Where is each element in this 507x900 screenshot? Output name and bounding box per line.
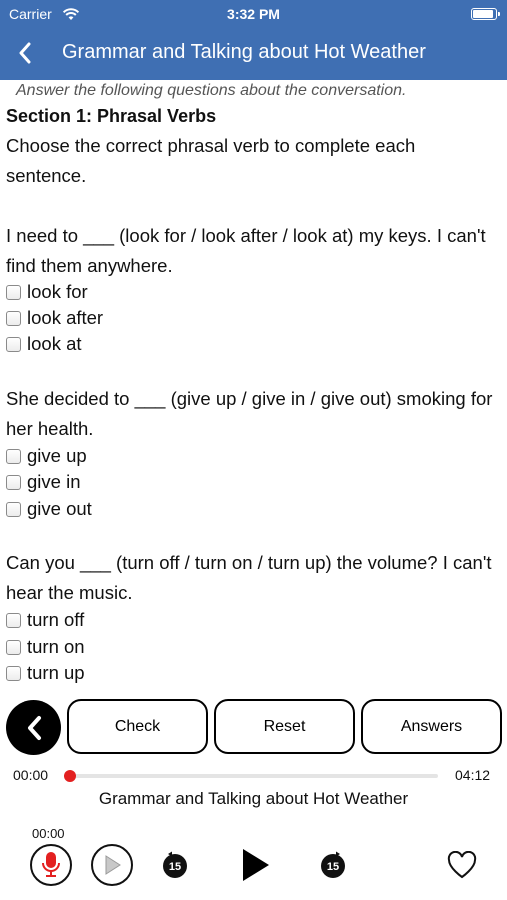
checkbox[interactable] (6, 665, 21, 681)
option-label: look at (27, 333, 82, 354)
section-description: Choose the correct phrasal verb to compl… (6, 135, 416, 186)
play-recording-button[interactable] (91, 844, 133, 886)
record-button[interactable] (30, 844, 72, 886)
favorite-button[interactable] (446, 850, 478, 880)
progress-thumb[interactable] (64, 770, 76, 782)
skip-back-15-icon: 15 (163, 851, 187, 878)
chevron-left-icon (19, 42, 31, 64)
checkbox[interactable] (6, 474, 21, 490)
battery-icon (471, 8, 500, 20)
chevron-left-icon (27, 715, 41, 740)
skip-back-seconds: 15 (169, 861, 181, 873)
question-3: Can you ___ (turn off / turn on / turn u… (6, 552, 492, 603)
option-look-after[interactable]: look after (6, 305, 103, 331)
option-label: give out (27, 498, 92, 519)
skip-forward-seconds: 15 (327, 861, 339, 873)
status-time: 3:32 PM (227, 6, 280, 22)
option-label: give up (27, 445, 87, 466)
previous-button[interactable] (6, 700, 61, 755)
checkbox[interactable] (6, 310, 21, 326)
checkbox[interactable] (6, 448, 21, 464)
status-bar: Carrier 3:32 PM (0, 0, 507, 28)
option-turn-on[interactable]: turn on (6, 634, 85, 660)
option-label: turn up (27, 662, 85, 683)
checkbox[interactable] (6, 501, 21, 517)
track-title: Grammar and Talking about Hot Weather (98, 789, 409, 808)
option-label: turn off (27, 609, 85, 630)
question-1: I need to ___ (look for / look after / l… (6, 225, 486, 276)
section-title: Section 1: Phrasal Verbs (6, 106, 217, 126)
option-turn-up[interactable]: turn up (6, 660, 85, 686)
back-button[interactable] (10, 38, 40, 68)
skip-back-button[interactable]: 15 (160, 850, 190, 880)
current-time: 00:00 (13, 767, 49, 783)
total-time: 04:12 (455, 767, 491, 783)
play-icon (243, 849, 269, 881)
heart-icon (447, 851, 477, 879)
option-look-at[interactable]: look at (6, 331, 82, 357)
progress-slider[interactable] (64, 770, 438, 782)
option-label: look after (27, 307, 104, 328)
question-2: She decided to ___ (give up / give in / … (6, 388, 493, 439)
answers-button[interactable]: Answers (361, 699, 502, 754)
option-label: look for (27, 281, 88, 302)
option-give-up[interactable]: give up (6, 443, 87, 469)
option-label: turn on (27, 636, 85, 657)
option-turn-off[interactable]: turn off (6, 607, 84, 633)
option-give-out[interactable]: give out (6, 496, 92, 522)
reset-button[interactable]: Reset (214, 699, 355, 754)
quiz-content[interactable]: Answer the following questions about the… (0, 80, 507, 692)
play-icon (105, 855, 121, 875)
option-label: give in (27, 471, 81, 492)
page-title: Grammar and Talking about Hot Weather (62, 41, 426, 63)
option-give-in[interactable]: give in (6, 469, 80, 495)
checkbox[interactable] (6, 284, 21, 300)
nav-bar: Grammar and Talking about Hot Weather (0, 28, 507, 80)
skip-forward-15-icon: 15 (321, 851, 345, 878)
option-look-for[interactable]: look for (6, 279, 88, 305)
play-button[interactable] (236, 846, 274, 884)
skip-forward-button[interactable]: 15 (318, 850, 348, 880)
check-button[interactable]: Check (67, 699, 208, 754)
recording-time: 00:00 (32, 826, 65, 841)
checkbox[interactable] (6, 336, 21, 352)
instruction-text: Answer the following questions about the… (16, 82, 407, 99)
checkbox[interactable] (6, 612, 21, 628)
checkbox[interactable] (6, 639, 21, 655)
microphone-icon (42, 852, 60, 877)
